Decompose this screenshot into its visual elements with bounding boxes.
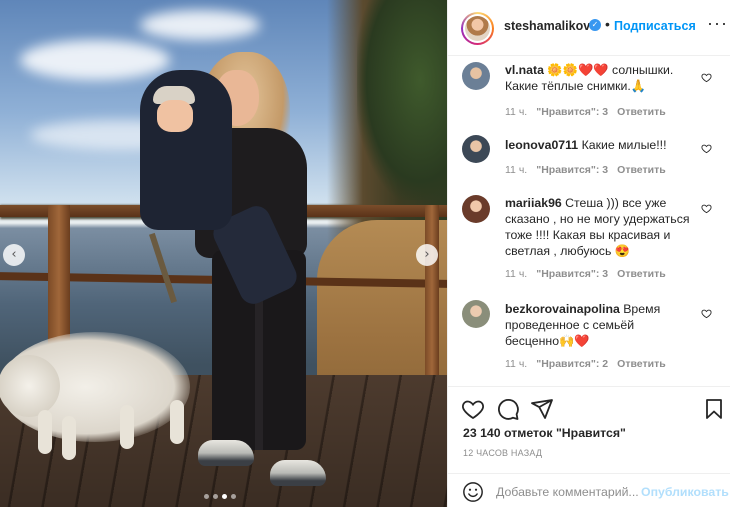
commenter-username[interactable]: leonova0711 xyxy=(505,138,578,152)
post-photo[interactable]: ‹ › xyxy=(0,0,447,507)
sky-cloud xyxy=(140,10,260,40)
comment-meta: 11 ч. "Нравится": 2 Ответить xyxy=(505,358,675,370)
child-face xyxy=(157,100,193,132)
dog-leg xyxy=(120,405,134,449)
add-comment-row: Опубликовать xyxy=(448,473,730,507)
follow-button[interactable]: Подписаться xyxy=(614,19,696,33)
share-icon[interactable] xyxy=(530,397,554,421)
heart-icon[interactable] xyxy=(701,203,712,214)
comment-meta: 11 ч. "Нравится": 3 Ответить xyxy=(505,164,675,176)
more-options-icon[interactable]: ··· xyxy=(707,13,728,34)
dog-leg xyxy=(62,416,76,460)
post-side-panel: steshamalikova ✓ • Подписаться ··· vl.na… xyxy=(447,0,730,507)
carousel-dot xyxy=(204,494,209,499)
author-username[interactable]: steshamalikova xyxy=(504,19,597,33)
emoji-icon[interactable] xyxy=(462,481,484,503)
comment-time[interactable]: 11 ч. xyxy=(505,164,527,176)
carousel-dot xyxy=(222,494,227,499)
commenter-username[interactable]: vl.nata xyxy=(505,63,544,77)
post-header: steshamalikova ✓ • Подписаться ··· xyxy=(448,0,730,56)
comment-likes[interactable]: "Нравится": 3 xyxy=(536,164,608,176)
comment-likes[interactable]: "Нравится": 3 xyxy=(536,106,608,118)
sky-cloud xyxy=(20,40,170,80)
comment-text: vl.nata 🌼🌼❤️❤️ солнышки. Какие тёплые сн… xyxy=(505,62,690,94)
bookmark-icon[interactable] xyxy=(702,397,726,421)
commenter-avatar[interactable] xyxy=(462,195,490,223)
carousel-dot xyxy=(231,494,236,499)
railing-post xyxy=(425,205,439,375)
post-timestamp[interactable]: 12 ЧАСОВ НАЗАД xyxy=(463,448,542,458)
reply-button[interactable]: Ответить xyxy=(617,358,666,370)
likes-count[interactable]: 23 140 отметок "Нравится" xyxy=(463,426,626,440)
comment-text: leonova0711 Какие милые!!! xyxy=(505,137,690,153)
railing-post xyxy=(48,205,70,355)
heart-icon[interactable] xyxy=(701,143,712,154)
post-actions: 23 140 отметок "Нравится" 12 ЧАСОВ НАЗАД… xyxy=(448,386,730,507)
heart-icon[interactable] xyxy=(461,397,485,421)
carousel-dots xyxy=(204,494,236,499)
comment-text: mariiak96 Стеша ))) все уже сказано , но… xyxy=(505,195,690,259)
comment-time[interactable]: 11 ч. xyxy=(505,268,527,280)
comment-text: bezkorovainapolina Время проведенное с с… xyxy=(505,301,690,349)
separator-dot: • xyxy=(605,16,610,32)
reply-button[interactable]: Ответить xyxy=(617,164,666,176)
commenter-avatar[interactable] xyxy=(462,300,490,328)
comment-meta: 11 ч. "Нравится": 3 Ответить xyxy=(505,106,675,118)
comment-time[interactable]: 11 ч. xyxy=(505,106,527,118)
sneaker xyxy=(270,460,326,486)
commenter-username[interactable]: mariiak96 xyxy=(505,196,562,210)
dog-leg xyxy=(170,400,184,444)
comment-time[interactable]: 11 ч. xyxy=(505,358,527,370)
heart-icon[interactable] xyxy=(701,72,712,83)
carousel-dot xyxy=(213,494,218,499)
verified-badge-icon: ✓ xyxy=(589,19,601,31)
chevron-left-icon[interactable]: ‹ xyxy=(3,244,25,266)
reply-button[interactable]: Ответить xyxy=(617,106,666,118)
publish-button[interactable]: Опубликовать xyxy=(641,485,729,499)
sneaker xyxy=(198,440,254,466)
author-avatar[interactable] xyxy=(461,12,494,45)
heart-icon[interactable] xyxy=(701,308,712,319)
commenter-username[interactable]: bezkorovainapolina xyxy=(505,302,620,316)
comment-icon[interactable] xyxy=(496,397,520,421)
comment-input[interactable] xyxy=(496,482,638,501)
chevron-right-icon[interactable]: › xyxy=(416,244,438,266)
forest-canopy xyxy=(357,0,447,200)
comment-meta: 11 ч. "Нравится": 3 Ответить xyxy=(505,268,675,280)
reply-button[interactable]: Ответить xyxy=(617,268,666,280)
comment-body: Какие милые!!! xyxy=(581,138,667,152)
commenter-avatar[interactable] xyxy=(462,62,490,90)
comments-list[interactable]: vl.nata 🌼🌼❤️❤️ солнышки. Какие тёплые сн… xyxy=(448,56,730,386)
stick xyxy=(149,232,177,304)
dog-head xyxy=(0,355,60,417)
comment-likes[interactable]: "Нравится": 3 xyxy=(536,268,608,280)
comment-likes[interactable]: "Нравится": 2 xyxy=(536,358,608,370)
commenter-avatar[interactable] xyxy=(462,135,490,163)
dog-leg xyxy=(38,410,52,454)
